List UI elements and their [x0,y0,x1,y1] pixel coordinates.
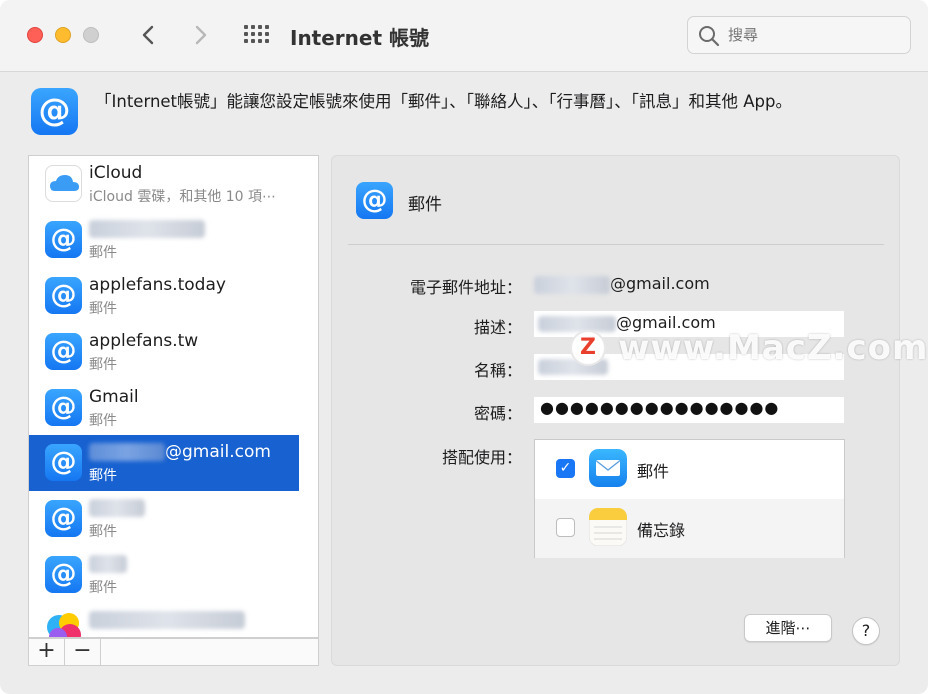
preferences-window: Internet 帳號 @ 「Internet帳號」能讓您設定帳號來使用「郵件」… [0,0,928,694]
account-name-redacted [89,498,145,518]
account-name-redacted [89,610,245,630]
window-title: Internet 帳號 [290,26,429,50]
account-detail-pane: @ 郵件 電子郵件地址： @gmail.com 描述： @gmail.com 名… [331,155,900,666]
forward-button[interactable] [186,20,214,50]
password-value: ●●●●●●●●●●●●●●●● [540,398,780,417]
app-row-notes[interactable]: 備忘錄 [535,499,844,558]
use-with-label: 搭配使用： [441,448,522,467]
email-label: 電子郵件地址： [409,278,522,297]
account-services: 郵件 [89,245,117,261]
at-icon: @ [45,444,82,481]
account-name: iCloud [89,163,143,183]
list-item-selected[interactable]: @ @gmail.com 郵件 [29,435,299,491]
remove-account-button[interactable]: − [65,639,101,665]
app-row-mail[interactable]: ✓ 郵件 [535,440,844,499]
account-name: applefans.today [89,275,226,295]
account-services: 郵件 [89,413,117,429]
account-services: iCloud 雲碟，和其他 10 項⋯ [89,189,277,205]
notes-checkbox[interactable] [556,518,575,537]
icloud-icon [45,165,82,202]
help-button[interactable]: ? [852,617,880,645]
email-value: @gmail.com [534,274,710,294]
at-icon: @ [45,333,82,370]
list-item[interactable]: @ 郵件 [29,491,299,547]
description-label: 描述： [473,318,522,337]
divider [348,244,884,245]
add-account-button[interactable]: + [29,639,65,665]
account-services: 郵件 [89,524,117,540]
zoom-button[interactable] [83,27,99,43]
account-name: @gmail.com [89,442,271,462]
detail-title: 郵件 [408,195,442,215]
app-label: 備忘錄 [637,521,686,540]
account-name-redacted [89,219,205,239]
mail-checkbox[interactable]: ✓ [556,459,575,478]
list-item[interactable]: @ 郵件 [29,547,299,603]
header-description: 「Internet帳號」能讓您設定帳號來使用「郵件」、「聯絡人」、「行事曆」、「… [95,92,792,111]
notes-app-icon [589,508,627,546]
account-services: 郵件 [89,468,117,484]
account-services: 郵件 [89,301,117,317]
at-icon: @ [356,182,393,219]
list-item[interactable]: @ 郵件 [29,212,299,268]
name-label: 名稱： [473,361,522,380]
apps-list: ✓ 郵件 備忘錄 [534,439,845,558]
watermark-text: www.MacZ.com [618,328,928,368]
account-name: applefans.tw [89,331,199,351]
accounts-list[interactable]: iCloud iCloud 雲碟，和其他 10 項⋯ @ 郵件 @ applef… [28,155,319,638]
list-item[interactable]: @ applefans.today 郵件 [29,268,299,324]
list-item[interactable]: @ applefans.tw 郵件 [29,324,299,380]
at-icon: @ [45,500,82,537]
account-services: 郵件 [89,580,117,596]
chevron-right-icon [195,25,207,45]
mail-app-icon [589,449,627,487]
show-all-grid-icon[interactable] [244,25,270,45]
internet-accounts-at-icon: @ [31,88,78,135]
game-center-icon [47,613,81,637]
password-label: 密碼： [473,404,522,423]
chevron-left-icon [142,25,154,45]
watermark: Z www.MacZ.com [570,328,927,370]
toolbar: Internet 帳號 [0,0,928,72]
at-icon: @ [45,277,82,314]
advanced-button[interactable]: 進階⋯ [744,614,832,642]
list-item[interactable] [29,603,299,637]
search-input[interactable] [728,23,898,47]
close-button[interactable] [27,27,43,43]
search-icon [699,26,720,47]
list-item[interactable]: @ Gmail 郵件 [29,380,299,436]
search-field[interactable] [687,16,911,54]
at-icon: @ [45,556,82,593]
minimize-button[interactable] [55,27,71,43]
at-icon: @ [45,221,82,258]
app-label: 郵件 [637,462,670,481]
at-icon: @ [45,389,82,426]
password-field[interactable]: ●●●●●●●●●●●●●●●● [534,397,844,423]
list-footer: + − [28,638,319,666]
account-services: 郵件 [89,357,117,373]
account-name: Gmail [89,387,139,407]
account-name-redacted [89,554,127,574]
watermark-logo-icon: Z [570,330,606,366]
back-button[interactable] [135,20,163,50]
list-item-icloud[interactable]: iCloud iCloud 雲碟，和其他 10 項⋯ [29,156,299,212]
